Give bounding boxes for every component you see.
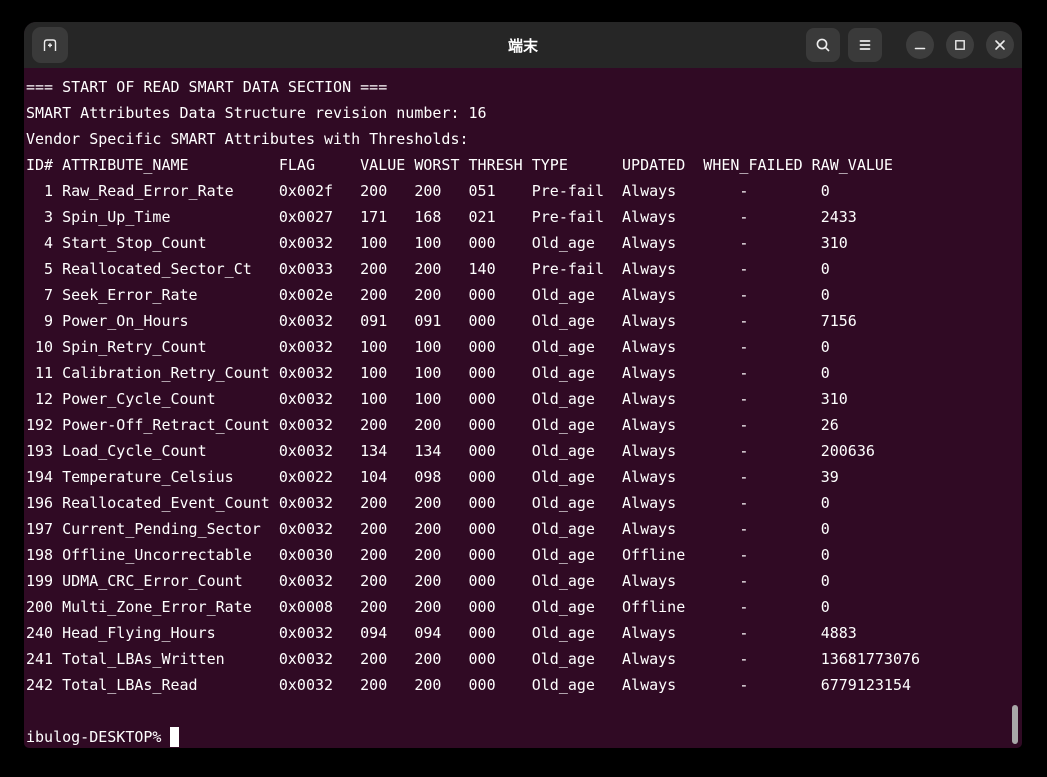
table-row: 1 Raw_Read_Error_Rate 0x002f 200 200 051… [26,178,1022,204]
table-row: 193 Load_Cycle_Count 0x0032 134 134 000 … [26,438,1022,464]
table-row: 197 Current_Pending_Sector 0x0032 200 20… [26,516,1022,542]
table-row: 198 Offline_Uncorrectable 0x0030 200 200… [26,542,1022,568]
table-row: 199 UDMA_CRC_Error_Count 0x0032 200 200 … [26,568,1022,594]
window-controls [906,31,1014,59]
scrollbar-thumb[interactable] [1012,705,1018,744]
table-row: 11 Calibration_Retry_Count 0x0032 100 10… [26,360,1022,386]
table-row: 3 Spin_Up_Time 0x0027 171 168 021 Pre-fa… [26,204,1022,230]
table-row: 200 Multi_Zone_Error_Rate 0x0008 200 200… [26,594,1022,620]
table-row: 7 Seek_Error_Rate 0x002e 200 200 000 Old… [26,282,1022,308]
table-row: 4 Start_Stop_Count 0x0032 100 100 000 Ol… [26,230,1022,256]
search-icon [815,37,832,54]
shell-prompt: ibulog-DESKTOP% [26,728,161,746]
terminal-line: === START OF READ SMART DATA SECTION === [26,74,1022,100]
minimize-button[interactable] [906,31,934,59]
table-row: 192 Power-Off_Retract_Count 0x0032 200 2… [26,412,1022,438]
titlebar[interactable]: 端末 [24,22,1022,68]
menu-icon [857,38,873,52]
new-tab-button[interactable] [32,27,68,63]
terminal-line: SMART Attributes Data Structure revision… [26,100,1022,126]
terminal-window: 端末 [24,22,1022,748]
table-row: 10 Spin_Retry_Count 0x0032 100 100 000 O… [26,334,1022,360]
maximize-icon [954,39,966,51]
menu-button[interactable] [848,28,882,62]
text-cursor [170,727,179,747]
terminal-content[interactable]: === START OF READ SMART DATA SECTION ===… [24,68,1022,748]
search-button[interactable] [806,28,840,62]
new-tab-icon [41,36,59,54]
prompt-line: ibulog-DESKTOP% [26,724,1022,748]
table-row: 12 Power_Cycle_Count 0x0032 100 100 000 … [26,386,1022,412]
table-header-line: ID# ATTRIBUTE_NAME FLAG VALUE WORST THRE… [26,152,1022,178]
table-row: 5 Reallocated_Sector_Ct 0x0033 200 200 1… [26,256,1022,282]
close-icon [994,39,1006,51]
table-row: 196 Reallocated_Event_Count 0x0032 200 2… [26,490,1022,516]
terminal-output: === START OF READ SMART DATA SECTION ===… [26,74,1022,724]
table-row: 242 Total_LBAs_Read 0x0032 200 200 000 O… [26,672,1022,698]
terminal-line: Vendor Specific SMART Attributes with Th… [26,126,1022,152]
terminal-line [26,698,1022,724]
close-button[interactable] [986,31,1014,59]
minimize-icon [914,39,926,51]
table-row: 241 Total_LBAs_Written 0x0032 200 200 00… [26,646,1022,672]
table-row: 9 Power_On_Hours 0x0032 091 091 000 Old_… [26,308,1022,334]
table-row: 194 Temperature_Celsius 0x0022 104 098 0… [26,464,1022,490]
table-row: 240 Head_Flying_Hours 0x0032 094 094 000… [26,620,1022,646]
maximize-button[interactable] [946,31,974,59]
